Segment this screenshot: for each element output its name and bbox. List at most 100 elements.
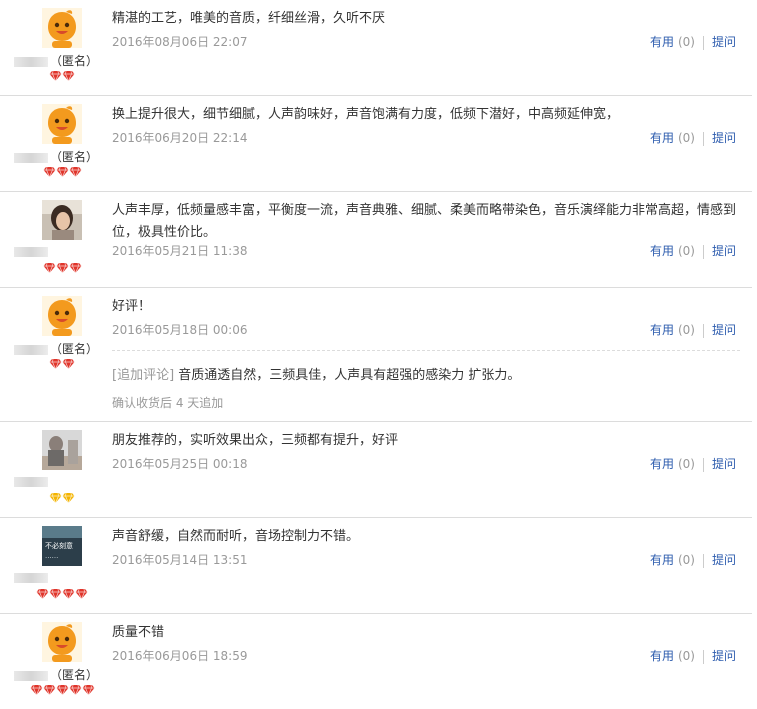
anonymous-label: （匿名） [50, 342, 99, 356]
gem-icon [49, 70, 62, 82]
review-actions: 有用 (0) 提问 [650, 455, 736, 472]
useful-count: (0) [677, 553, 695, 567]
username [14, 244, 104, 258]
useful-count: (0) [677, 131, 695, 145]
review-item: （匿名） 精湛的工艺，唯美的音质，纤细丝滑，久听不厌 2016年08月06日 22:… [0, 0, 752, 96]
useful-button[interactable]: 有用 [650, 553, 674, 567]
user-avatar[interactable] [42, 296, 82, 336]
gem-icon [43, 262, 55, 274]
review-item: 不必刻意...... 声音舒缓，自然而耐听，音场控制力不错。 2016年05月14日… [0, 518, 752, 614]
user-avatar[interactable] [42, 622, 82, 662]
gem-icon [62, 70, 75, 82]
useful-button[interactable]: 有用 [650, 457, 674, 471]
username: （匿名） [14, 52, 104, 69]
user-avatar[interactable] [42, 430, 82, 470]
review-date: 2016年06月06日 18:59 [112, 649, 248, 663]
user-avatar[interactable] [42, 8, 82, 48]
review-text: 朋友推荐的，实听效果出众，三频都有提升，好评 [112, 433, 399, 448]
useful-count: (0) [677, 35, 695, 49]
user-level-badges [30, 684, 95, 698]
gem-icon [36, 588, 49, 600]
review-item: （匿名） 好评！ 2016年05月18日 00:06 有用 (0) 提问 [追加评论] 音质… [0, 288, 752, 422]
review-item: 人声丰厚，低频量感丰富，平衡度一流，声音典雅、细腻、柔美而略带染色，音乐演绎能力… [0, 192, 752, 288]
gem-icon [49, 492, 62, 504]
username: （匿名） [14, 666, 104, 683]
divider [702, 457, 704, 472]
useful-count: (0) [677, 244, 695, 258]
ask-button[interactable]: 提问 [712, 131, 736, 145]
username [14, 570, 104, 584]
useful-button[interactable]: 有用 [650, 323, 674, 337]
username [14, 474, 104, 488]
ask-button[interactable]: 提问 [712, 457, 736, 471]
gem-icon [56, 262, 68, 274]
username: （匿名） [14, 148, 104, 165]
append-divider [112, 350, 740, 351]
gem-icon [49, 588, 62, 600]
review-actions: 有用 (0) 提问 [650, 129, 736, 146]
useful-button[interactable]: 有用 [650, 649, 674, 663]
append-note: 确认收货后 4 天追加 [112, 396, 224, 410]
user-level-badges [36, 588, 88, 602]
user-level-badges [49, 358, 75, 372]
divider [702, 35, 704, 50]
review-date: 2016年05月21日 11:38 [112, 244, 248, 258]
review-item: （匿名） 质量不错 2016年06月06日 18:59 有用 (0) 提问 [0, 614, 752, 706]
gem-icon [75, 588, 88, 600]
user-avatar[interactable] [42, 104, 82, 144]
review-actions: 有用 (0) 提问 [650, 551, 736, 568]
divider [702, 244, 704, 259]
gem-icon [56, 166, 68, 178]
gem-icon [69, 166, 81, 178]
review-date: 2016年06月20日 22:14 [112, 131, 248, 145]
ask-button[interactable]: 提问 [712, 323, 736, 337]
review-date: 2016年05月25日 00:18 [112, 457, 248, 471]
review-actions: 有用 (0) 提问 [650, 647, 736, 664]
useful-button[interactable]: 有用 [650, 131, 674, 145]
useful-button[interactable]: 有用 [650, 35, 674, 49]
useful-count: (0) [677, 649, 695, 663]
review-text: 质量不错 [112, 625, 165, 640]
review-date: 2016年08月06日 22:07 [112, 35, 248, 49]
useful-count: (0) [677, 457, 695, 471]
review-actions: 有用 (0) 提问 [650, 33, 736, 50]
useful-button[interactable]: 有用 [650, 244, 674, 258]
user-avatar[interactable]: 不必刻意...... [42, 526, 82, 566]
ask-button[interactable]: 提问 [712, 553, 736, 567]
user-level-badges [49, 70, 75, 84]
user-avatar[interactable] [42, 200, 82, 240]
user-level-badges [43, 166, 82, 180]
svg-text:......: ...... [45, 552, 58, 560]
divider [702, 553, 704, 568]
appended-review: [追加评论] 音质通透自然，三频具佳，人声具有超强的感染力 扩张力。 [112, 364, 520, 383]
review-date: 2016年05月18日 00:06 [112, 323, 248, 337]
ask-button[interactable]: 提问 [712, 244, 736, 258]
gem-icon [49, 358, 62, 370]
divider [702, 649, 704, 664]
review-item: （匿名） 换上提升很大，细节细腻，人声韵味好，声音饱满有力度，低频下潜好，中高频延… [0, 96, 752, 192]
gem-icon [30, 684, 42, 696]
user-level-badges [43, 262, 82, 276]
useful-count: (0) [677, 323, 695, 337]
review-text: 人声丰厚，低频量感丰富，平衡度一流，声音典雅、细腻、柔美而略带染色，音乐演绎能力… [112, 203, 737, 240]
anonymous-label: （匿名） [50, 668, 99, 682]
review-text: 好评！ [112, 299, 152, 314]
ask-button[interactable]: 提问 [712, 35, 736, 49]
divider [702, 323, 704, 338]
gem-icon [69, 684, 81, 696]
review-actions: 有用 (0) 提问 [650, 321, 736, 338]
review-list: （匿名） 精湛的工艺，唯美的音质，纤细丝滑，久听不厌 2016年08月06日 22:… [0, 0, 757, 706]
anonymous-label: （匿名） [50, 150, 99, 164]
svg-text:不必刻意: 不必刻意 [45, 541, 73, 550]
review-text: 精湛的工艺，唯美的音质，纤细丝滑，久听不厌 [112, 11, 386, 26]
review-item: 朋友推荐的，实听效果出众，三频都有提升，好评 2016年05月25日 00:18 有… [0, 422, 752, 518]
gem-icon [43, 166, 55, 178]
append-text: 音质通透自然，三频具佳，人声具有超强的感染力 扩张力。 [174, 368, 521, 383]
append-tag: [追加评论] [112, 368, 175, 383]
divider [702, 131, 704, 146]
review-text: 换上提升很大，细节细腻，人声韵味好，声音饱满有力度，低频下潜好，中高频延伸宽， [112, 107, 620, 122]
gem-icon [56, 684, 68, 696]
review-actions: 有用 (0) 提问 [650, 242, 736, 259]
gem-icon [62, 492, 75, 504]
ask-button[interactable]: 提问 [712, 649, 736, 663]
